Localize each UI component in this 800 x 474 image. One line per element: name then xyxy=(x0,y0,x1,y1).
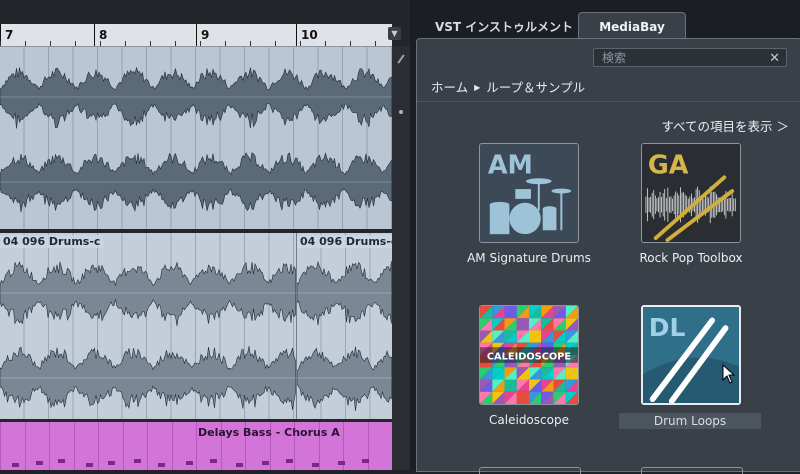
ruler-tick xyxy=(375,41,376,46)
grid-line xyxy=(343,422,344,470)
right-zone-panel: VST インストゥルメント MediaBay 検索 ✕ ホーム ▶ ループ＆サンプル… xyxy=(410,0,800,474)
library-tile-partial[interactable] xyxy=(641,467,743,474)
ruler-tick xyxy=(150,41,151,46)
show-all-link[interactable]: すべての項目を表示 ＞ xyxy=(661,116,789,135)
ruler-tick xyxy=(75,41,76,46)
project-arrange-window[interactable]: 7 8 9 10 ▼ 04 096 Drums-c 04 096 Drums-c… xyxy=(0,0,410,470)
clip-title: 04 096 Drums-c xyxy=(297,235,392,248)
audio-clip[interactable]: 04 096 Drums-c xyxy=(0,233,297,419)
grid-line xyxy=(294,422,295,470)
grid-line xyxy=(318,422,320,470)
chevron-down-icon[interactable]: ▼ xyxy=(388,27,401,40)
audio-track-lane[interactable]: 04 096 Drums-c 04 096 Drums-c ♩ ∿ xyxy=(0,233,392,419)
breadcrumb: ホーム ▶ ループ＆サンプル xyxy=(431,77,585,96)
midi-note xyxy=(186,461,193,465)
midi-note xyxy=(86,463,93,467)
midi-note xyxy=(236,463,243,467)
midi-note xyxy=(286,459,293,463)
tile-label[interactable]: AM Signature Drums xyxy=(439,251,619,265)
ruler-tick xyxy=(0,41,1,46)
ruler-bar: 8 xyxy=(94,24,107,46)
audio-clip[interactable]: 04 096 Drums-c xyxy=(297,233,392,419)
grid-line xyxy=(49,422,50,470)
audio-waveform xyxy=(0,233,296,419)
ruler-tick xyxy=(225,41,226,46)
tab-mediabay[interactable]: MediaBay xyxy=(578,12,686,40)
close-icon[interactable]: ✕ xyxy=(769,49,780,68)
mouse-pointer-icon xyxy=(722,364,736,384)
grid-line xyxy=(245,422,246,470)
midi-note xyxy=(12,463,19,467)
audio-waveform xyxy=(0,47,392,229)
midi-track-lane[interactable]: Delays Bass - Chorus A xyxy=(0,422,392,470)
library-tile-partial[interactable] xyxy=(479,467,581,474)
ruler-tick xyxy=(325,41,326,46)
ruler-bar: 9 xyxy=(196,24,209,46)
drum-kit-icon[interactable]: AM xyxy=(479,143,579,243)
grid-line xyxy=(196,422,197,470)
tile-label[interactable]: Rock Pop Toolbox xyxy=(601,251,781,265)
tile-badge: CALEIDOSCOPE xyxy=(487,351,571,362)
ruler-tick xyxy=(50,41,51,46)
midi-note xyxy=(158,463,165,467)
ruler-bar-number: 7 xyxy=(5,28,14,42)
breadcrumb-home[interactable]: ホーム xyxy=(431,80,468,95)
tile-badge: GA xyxy=(648,150,689,180)
tile-badge: DL xyxy=(649,313,686,342)
midi-note xyxy=(58,459,65,463)
divider xyxy=(417,101,800,102)
ruler-tick xyxy=(300,41,301,46)
grid-line xyxy=(73,422,75,470)
ruler-tick xyxy=(175,41,176,46)
ruler-tick xyxy=(200,41,201,46)
grid-line xyxy=(367,422,369,470)
mosaic-icon[interactable]: CALEIDOSCOPE xyxy=(479,305,579,405)
ruler-tick xyxy=(275,41,276,46)
scroll-handle[interactable] xyxy=(399,110,403,114)
grid-line xyxy=(171,422,173,470)
library-tile-rock-pop-toolbox[interactable]: GA Rock Pop Toolbox xyxy=(601,143,761,293)
resize-grip-icon[interactable] xyxy=(397,54,405,64)
tile-label[interactable]: Caleidoscope xyxy=(439,413,619,427)
midi-note xyxy=(108,461,115,465)
grid-line xyxy=(220,422,222,470)
tab-vst-instruments[interactable]: VST インストゥルメント xyxy=(424,14,584,38)
ruler-tick xyxy=(25,41,26,46)
search-placeholder: 検索 xyxy=(602,51,627,65)
grid-line xyxy=(98,422,99,470)
library-tile-am-signature-drums[interactable]: AM AM Signature Drums xyxy=(439,143,599,293)
search-input[interactable]: 検索 ✕ xyxy=(593,48,787,67)
breadcrumb-current[interactable]: ループ＆サンプル xyxy=(486,80,585,95)
audio-track-lane[interactable] xyxy=(0,47,392,229)
midi-note xyxy=(210,459,217,463)
ruler-tick xyxy=(100,41,101,46)
ruler-tick xyxy=(250,41,251,46)
midi-note xyxy=(36,461,43,465)
tile-label[interactable]: Drum Loops xyxy=(619,413,761,429)
ruler-bar: 10 xyxy=(296,24,318,46)
grid-line xyxy=(147,422,148,470)
midi-note xyxy=(134,459,141,463)
vertical-scrollbar[interactable] xyxy=(392,46,410,470)
midi-note xyxy=(262,461,269,465)
audio-waveform xyxy=(297,233,392,419)
grid-line xyxy=(24,422,26,470)
ruler-bar-number: 10 xyxy=(301,28,318,42)
ruler-tick xyxy=(350,41,351,46)
ruler-bar-number: 8 xyxy=(99,28,108,42)
grid-line xyxy=(122,422,124,470)
library-tile-drum-loops[interactable]: DL Drum Loops xyxy=(601,305,761,455)
grid-line xyxy=(269,422,271,470)
timeline-ruler[interactable]: 7 8 9 10 xyxy=(0,24,392,47)
tile-badge: AM xyxy=(488,150,533,180)
chevron-right-icon: ▶ xyxy=(474,83,481,92)
grid-line xyxy=(0,422,1,470)
ruler-bar-number: 9 xyxy=(201,28,210,42)
clip-title: 04 096 Drums-c xyxy=(0,235,104,248)
library-tile-caleidoscope[interactable]: CALEIDOSCOPE Caleidoscope xyxy=(439,305,599,455)
drumsticks-waveform-icon[interactable]: GA xyxy=(641,143,741,243)
drumsticks-icon[interactable]: DL xyxy=(641,305,741,405)
ruler-tick xyxy=(125,41,126,46)
mediabay-body: 検索 ✕ ホーム ▶ ループ＆サンプル すべての項目を表示 ＞ AM AM Si… xyxy=(416,38,800,474)
